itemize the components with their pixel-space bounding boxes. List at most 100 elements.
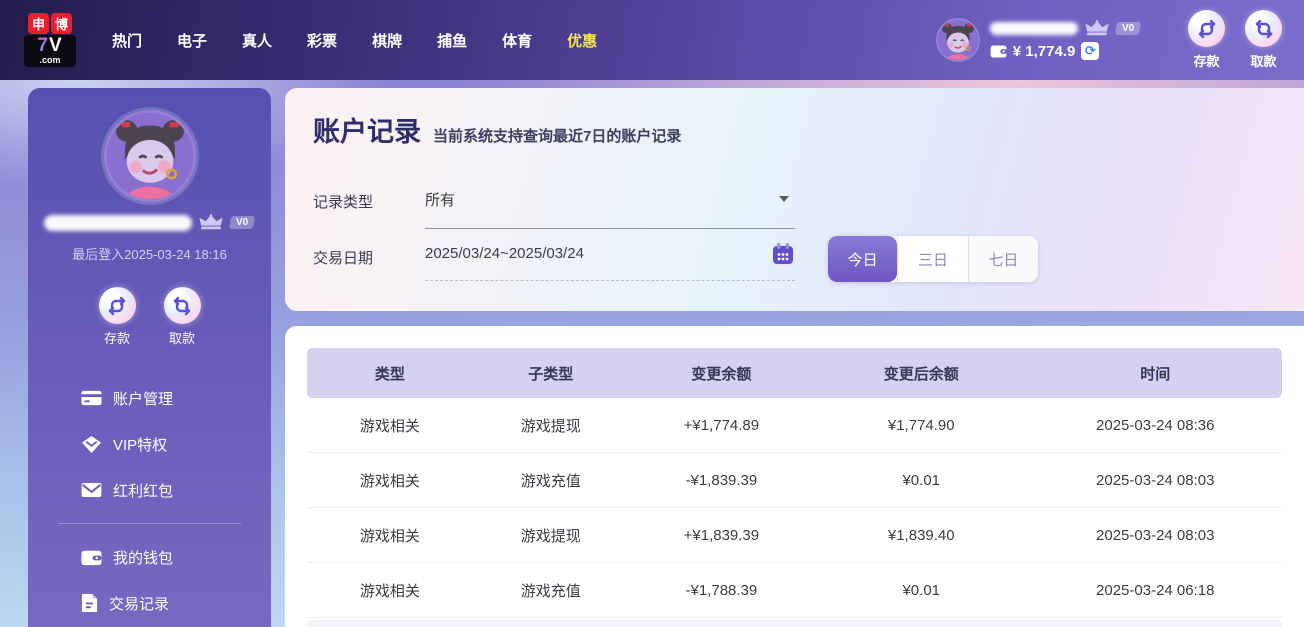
- sidebar-item-wallet[interactable]: 我的钱包: [28, 534, 271, 580]
- balance-row: ¥ 1,774.9 ⟳: [990, 42, 1140, 60]
- cell-type: 游戏相关: [307, 525, 473, 546]
- username-blurred: [44, 215, 192, 231]
- table-header: 类型 子类型 变更余额 变更后余额 时间: [307, 348, 1282, 398]
- user-name-row: V0: [990, 20, 1140, 37]
- nav-item[interactable]: 真人: [242, 30, 272, 51]
- logo-box: 7V .com: [24, 35, 76, 67]
- date-range-input[interactable]: 2025/03/24~2025/03/24: [425, 245, 795, 281]
- deposit-label: 存款: [1193, 51, 1219, 70]
- sidebar: V0 最后登入2025-03-24 18:16 存款: [28, 88, 271, 627]
- balance-amount: ¥ 1,774.9: [1013, 43, 1076, 60]
- record-type-select[interactable]: 所有: [425, 189, 795, 229]
- document-icon: [81, 593, 98, 613]
- table-footer-strip: [307, 620, 1282, 627]
- cell-type: 游戏相关: [307, 415, 473, 436]
- cell-subtype: 游戏充值: [473, 470, 629, 491]
- cell-type: 游戏相关: [307, 470, 473, 491]
- record-type-label: 记录类型: [313, 189, 425, 212]
- header-after-balance: 变更后余额: [814, 363, 1029, 384]
- cell-after-balance: ¥0.01: [814, 472, 1029, 489]
- logo-text: 7V: [26, 36, 74, 56]
- cell-subtype: 游戏充值: [473, 580, 629, 601]
- range-button[interactable]: 七日: [968, 236, 1038, 282]
- deposit-button[interactable]: 存款: [1188, 10, 1225, 70]
- sidebar-user-row: V0: [28, 214, 271, 231]
- account-records-panel: 账户记录 当前系统支持查询最近7日的账户记录 记录类型 所有 交易日期 2025…: [285, 88, 1304, 311]
- nav-item[interactable]: 捕鱼: [437, 30, 467, 51]
- date-quick-range-group: 今日三日七日: [828, 236, 1038, 282]
- top-navbar: 申 博 7V .com 热门 电子 真人 彩票 棋牌 捕鱼 体育 优惠: [0, 0, 1304, 80]
- cell-change-amount: -¥1,839.39: [629, 472, 814, 489]
- cell-time: 2025-03-24 06:18: [1029, 582, 1283, 599]
- page-subtitle: 当前系统支持查询最近7日的账户记录: [433, 125, 681, 146]
- envelope-icon: [81, 482, 102, 498]
- page-title: 账户记录: [313, 110, 421, 149]
- card-icon: [81, 390, 102, 406]
- range-button[interactable]: 今日: [828, 236, 897, 282]
- table-row: 游戏相关 游戏提现 +¥1,839.39 ¥1,839.40 2025-03-2…: [307, 508, 1282, 563]
- date-range-row: 交易日期 2025/03/24~2025/03/24: [313, 245, 1304, 281]
- cell-type: 游戏相关: [307, 580, 473, 601]
- sidebar-item-account[interactable]: 账户管理: [28, 375, 271, 421]
- cell-change-amount: +¥1,839.39: [629, 527, 814, 544]
- sidebar-item-label: VIP特权: [113, 434, 167, 455]
- nav-item[interactable]: 棋牌: [372, 30, 402, 51]
- vip-crown-icon: [198, 214, 224, 231]
- sidebar-menu: 账户管理 VIP特权 红利红包: [28, 375, 271, 626]
- topbar-actions: 存款 取款: [1188, 10, 1282, 70]
- page-background: V0 最后登入2025-03-24 18:16 存款: [0, 80, 1304, 627]
- avatar-illustration: [938, 20, 978, 60]
- range-button[interactable]: 三日: [897, 236, 967, 282]
- user-avatar: [936, 18, 980, 62]
- username-blurred: [990, 22, 1078, 35]
- nav-item[interactable]: 电子: [177, 30, 207, 51]
- logo-badge-2: 博: [51, 13, 72, 34]
- sidebar-item-transactions[interactable]: 交易记录: [28, 580, 271, 626]
- sidebar-item-vip[interactable]: VIP特权: [28, 421, 271, 467]
- nav-item[interactable]: 彩票: [307, 30, 337, 51]
- avatar-illustration: [107, 113, 193, 199]
- record-type-value: 所有: [425, 192, 455, 209]
- nav-item[interactable]: 优惠: [567, 30, 597, 51]
- nav-item[interactable]: 热门: [112, 30, 142, 51]
- cell-after-balance: ¥0.01: [814, 582, 1029, 599]
- vip-crown-icon: [1084, 20, 1110, 37]
- header-type: 类型: [307, 363, 473, 384]
- withdraw-icon: [1245, 10, 1282, 47]
- withdraw-icon: [164, 287, 201, 324]
- refresh-balance-icon[interactable]: ⟳: [1081, 42, 1099, 60]
- deposit-icon: [99, 287, 136, 324]
- vip-level-badge: V0: [229, 216, 256, 229]
- nav-item[interactable]: 体育: [502, 30, 532, 51]
- table-row: 游戏相关 游戏充值 -¥1,788.39 ¥0.01 2025-03-24 06…: [307, 563, 1282, 618]
- withdraw-label: 取款: [1250, 51, 1276, 70]
- filters: 记录类型 所有 交易日期 2025/03/24~2025/03/24: [313, 189, 1304, 281]
- sidebar-item-bonus[interactable]: 红利红包: [28, 467, 271, 513]
- cell-change-amount: +¥1,774.89: [629, 417, 814, 434]
- calendar-icon[interactable]: [771, 242, 795, 266]
- vip-level-badge: V0: [1115, 22, 1142, 35]
- menu-divider: [58, 523, 241, 524]
- deposit-label: 存款: [104, 328, 130, 347]
- deposit-icon: [1188, 10, 1225, 47]
- cell-time: 2025-03-24 08:03: [1029, 527, 1283, 544]
- chevron-down-icon: [779, 196, 789, 202]
- main-nav: 热门 电子 真人 彩票 棋牌 捕鱼 体育 优惠: [112, 30, 597, 51]
- wallet-icon: [81, 548, 102, 566]
- user-block: V0 ¥ 1,774.9 ⟳: [936, 18, 1140, 62]
- deposit-button[interactable]: 存款: [99, 287, 136, 347]
- withdraw-button[interactable]: 取款: [1245, 10, 1282, 70]
- user-info: V0 ¥ 1,774.9 ⟳: [990, 20, 1140, 60]
- site-logo[interactable]: 申 博 7V .com: [24, 13, 76, 67]
- cell-change-amount: -¥1,788.39: [629, 582, 814, 599]
- withdraw-button[interactable]: 取款: [164, 287, 201, 347]
- cell-time: 2025-03-24 08:03: [1029, 472, 1283, 489]
- sidebar-item-label: 交易记录: [109, 593, 169, 614]
- cell-subtype: 游戏提现: [473, 415, 629, 436]
- sidebar-avatar: [104, 110, 196, 202]
- gem-icon: [81, 435, 102, 454]
- cell-time: 2025-03-24 08:36: [1029, 417, 1283, 434]
- cell-after-balance: ¥1,839.40: [814, 527, 1029, 544]
- table-row: 游戏相关 游戏充值 -¥1,839.39 ¥0.01 2025-03-24 08…: [307, 453, 1282, 508]
- sidebar-item-label: 账户管理: [113, 388, 173, 409]
